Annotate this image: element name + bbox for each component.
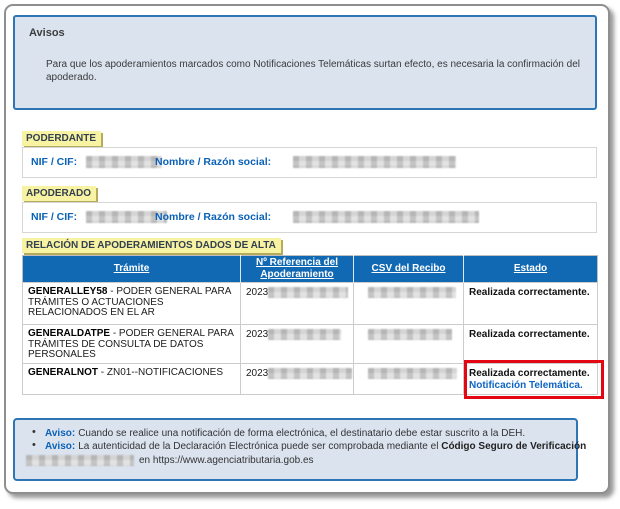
section-label-apoderado: APODERADO (22, 186, 96, 201)
apoderado-name-redacted-value (293, 211, 479, 223)
poderdante-name-label: Nombre / Razón social: (155, 156, 271, 168)
bullet-icon: • (32, 439, 36, 451)
apoderado-nif-label: NIF / CIF: (31, 211, 77, 223)
referencia-prefix: 2023 (246, 329, 268, 340)
aviso-text: Cuando se realice una notificación de fo… (78, 428, 525, 439)
section-label-poderdante: PODERDANTE (22, 131, 101, 146)
header-tramite[interactable]: Trámite (23, 256, 241, 283)
referencia-redacted-value (268, 329, 341, 340)
referencia-cell: 2023 (241, 364, 354, 395)
csv-code-redacted-value (26, 455, 134, 466)
tramite-code: GENERALLEY58 (28, 286, 107, 297)
csv-seguro-bold-text: Código Seguro de Verificación (441, 441, 586, 452)
header-csv[interactable]: CSV del Recibo (354, 256, 464, 283)
header-estado[interactable]: Estado (464, 256, 598, 283)
table-header-row: Trámite Nº Referencia del Apoderamiento … (23, 256, 598, 283)
csv-cell (354, 283, 464, 325)
aviso-label: Aviso: (45, 428, 75, 439)
referencia-cell: 2023 (241, 325, 354, 364)
tramite-cell: GENERALDATPE - PODER GENERAL PARA TRÁMIT… (23, 325, 241, 364)
red-highlight-annotation-box (464, 360, 604, 399)
footer-bullet-2-continuation: en https://www.agenciatributaria.gob.es (26, 455, 314, 466)
estado-text: Realizada correctamente. (469, 287, 592, 299)
tramite-cell: GENERALNOT - ZN01--NOTIFICACIONES (23, 364, 241, 395)
table-row: GENERALDATPE - PODER GENERAL PARA TRÁMIT… (23, 325, 598, 364)
tramite-description: - ZN01--NOTIFICACIONES (98, 367, 223, 378)
aviso-label: Aviso: (45, 441, 75, 452)
poderdante-nif-redacted-value (86, 156, 162, 168)
referencia-prefix: 2023 (246, 368, 268, 379)
page-frame: Avisos Para que los apoderamientos marca… (4, 4, 610, 494)
apoderado-name-label: Nombre / Razón social: (155, 211, 271, 223)
header-referencia[interactable]: Nº Referencia del Apoderamiento (241, 256, 354, 283)
section-label-relacion: RELACIÓN DE APODERAMIENTOS DADOS DE ALTA (22, 238, 281, 253)
tramite-cell: GENERALLEY58 - PODER GENERAL PARA TRÁMIT… (23, 283, 241, 325)
csv-cell (354, 364, 464, 395)
estado-text: Realizada correctamente. (469, 329, 592, 341)
referencia-cell: 2023 (241, 283, 354, 325)
csv-redacted-value (368, 329, 452, 340)
notice-text: Para que los apoderamientos marcados com… (46, 58, 584, 84)
avisos-notice-box: Avisos Para que los apoderamientos marca… (13, 15, 597, 110)
bullet-icon: • (32, 426, 36, 438)
footer-notice-box: • Aviso:Cuando se realice una notificaci… (13, 418, 578, 481)
poderdante-box: NIF / CIF: Nombre / Razón social: (22, 147, 597, 178)
csv-cell (354, 325, 464, 364)
apoderado-box: NIF / CIF: Nombre / Razón social: (22, 202, 597, 233)
tramite-code: GENERALNOT (28, 367, 98, 378)
referencia-prefix: 2023 (246, 287, 268, 298)
table-row: GENERALLEY58 - PODER GENERAL PARA TRÁMIT… (23, 283, 598, 325)
estado-cell: Realizada correctamente. (464, 283, 598, 325)
csv-redacted-value (368, 368, 457, 379)
notice-title: Avisos (29, 27, 65, 39)
estado-cell: Realizada correctamente. (464, 325, 598, 364)
csv-redacted-value (368, 287, 456, 298)
referencia-redacted-value (268, 368, 352, 379)
tramite-code: GENERALDATPE (28, 328, 110, 339)
poderdante-nif-label: NIF / CIF: (31, 156, 77, 168)
referencia-redacted-value (268, 287, 348, 298)
agencia-url-text: en https://www.agenciatributaria.gob.es (139, 455, 314, 466)
aviso-text: La autenticidad de la Declaración Electr… (78, 441, 441, 452)
poderdante-name-redacted-value (293, 156, 456, 168)
